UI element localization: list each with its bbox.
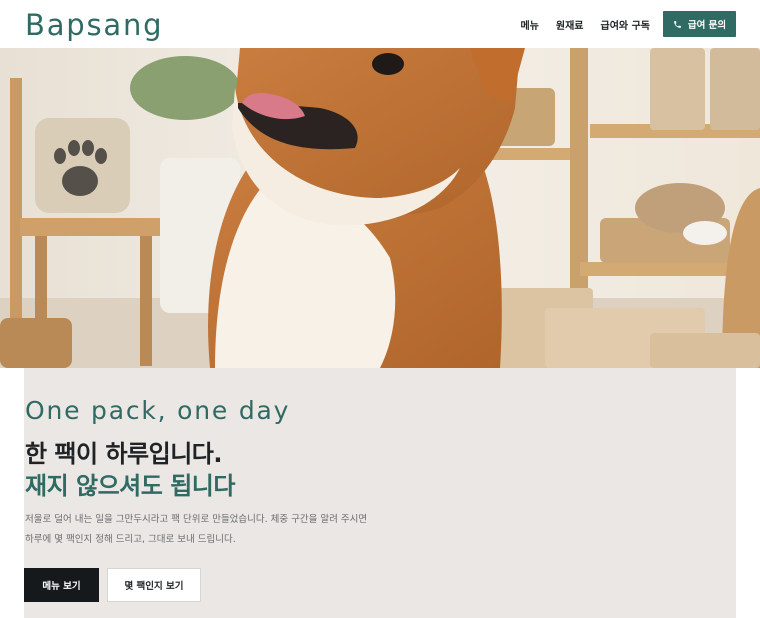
inquiry-button[interactable]: 급여 문의: [663, 11, 736, 37]
hero-photo-illustration: [0, 48, 760, 368]
hero-eyebrow: One pack, one day: [25, 396, 291, 425]
nav-item-feeding-subscription[interactable]: 급여와 구독: [601, 17, 650, 32]
nav-item-menu[interactable]: 메뉴: [521, 17, 539, 32]
hero-image: [0, 48, 760, 368]
hero-headline: 한 팩이 하루입니다.: [25, 440, 222, 468]
site-header: Bapsang 메뉴 원재료 급여와 구독 급여 문의: [0, 0, 760, 48]
view-pack-count-button[interactable]: 몇 팩인지 보기: [107, 568, 201, 602]
main-nav: 메뉴 원재료 급여와 구독: [521, 17, 651, 32]
phone-icon: [673, 20, 681, 28]
view-menu-button[interactable]: 메뉴 보기: [24, 568, 99, 602]
nav-item-ingredients[interactable]: 원재료: [556, 17, 584, 32]
hero-description: 저울로 덜어 내는 일을 그만두시라고 팩 단위로 만들었습니다. 체중 구간을…: [25, 514, 368, 545]
left-gutter: [0, 368, 24, 618]
inquiry-button-label: 급여 문의: [687, 20, 727, 31]
shiba-dog-illustration: [208, 48, 525, 368]
brand-logo[interactable]: Bapsang: [25, 8, 163, 42]
hero-subheadline: 재지 않으셔도 됩니다: [25, 472, 235, 500]
